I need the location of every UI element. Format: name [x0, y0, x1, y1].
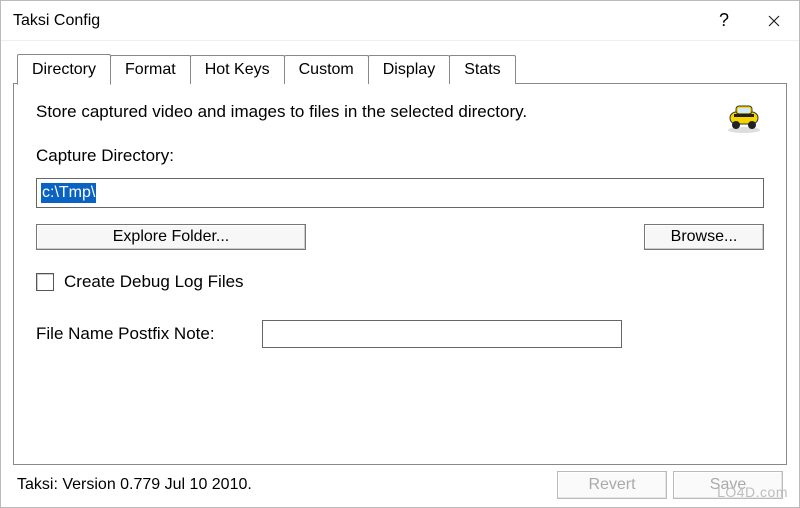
window: Taksi Config ? Directory Format Hot Keys… — [0, 0, 800, 508]
explore-folder-button[interactable]: Explore Folder... — [36, 224, 306, 250]
debug-log-label: Create Debug Log Files — [64, 272, 244, 292]
capture-dir-label: Capture Directory: — [36, 146, 764, 166]
browse-button[interactable]: Browse... — [644, 224, 764, 250]
tab-format[interactable]: Format — [110, 55, 191, 84]
postfix-label: File Name Postfix Note: — [36, 324, 246, 344]
client-area: Directory Format Hot Keys Custom Display… — [1, 41, 799, 507]
close-button[interactable] — [749, 1, 799, 41]
debug-log-row: Create Debug Log Files — [36, 272, 764, 292]
tab-directory[interactable]: Directory — [17, 54, 111, 85]
close-icon — [768, 15, 780, 27]
tab-stats[interactable]: Stats — [449, 55, 515, 84]
capture-dir-input[interactable]: c:\Tmp\ — [36, 178, 764, 208]
help-button[interactable]: ? — [699, 1, 749, 41]
footer: Taksi: Version 0.779 Jul 10 2010. Revert… — [13, 465, 787, 501]
postfix-input[interactable] — [262, 320, 622, 348]
button-row: Explore Folder... Browse... — [36, 224, 764, 250]
tab-hotkeys[interactable]: Hot Keys — [190, 55, 285, 84]
revert-button[interactable]: Revert — [557, 471, 667, 499]
capture-dir-value: c:\Tmp\ — [41, 183, 96, 203]
postfix-row: File Name Postfix Note: — [36, 320, 764, 348]
tab-display[interactable]: Display — [368, 55, 450, 84]
tab-custom[interactable]: Custom — [284, 55, 369, 84]
window-title: Taksi Config — [13, 12, 699, 30]
save-button[interactable]: Save — [673, 471, 783, 499]
description-text: Store captured video and images to files… — [36, 102, 712, 122]
version-text: Taksi: Version 0.779 Jul 10 2010. — [17, 476, 551, 494]
tab-panel-directory: Store captured video and images to files… — [13, 83, 787, 465]
debug-log-checkbox[interactable] — [36, 273, 54, 291]
titlebar: Taksi Config ? — [1, 1, 799, 41]
description-row: Store captured video and images to files… — [36, 102, 764, 134]
tabstrip: Directory Format Hot Keys Custom Display… — [17, 49, 787, 83]
taxi-icon — [724, 102, 764, 134]
